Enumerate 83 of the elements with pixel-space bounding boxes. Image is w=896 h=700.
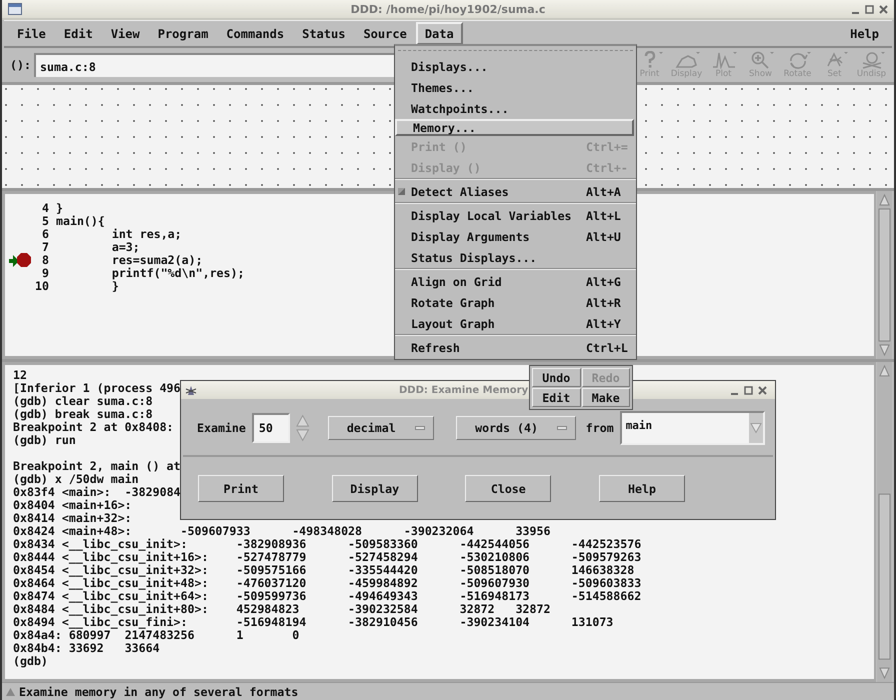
menu-item[interactable]: Commands bbox=[217, 22, 294, 45]
menu-item[interactable]: Program bbox=[148, 22, 218, 45]
size-dropdown[interactable]: words (4) bbox=[456, 416, 576, 440]
dialog-button[interactable]: Display bbox=[332, 475, 418, 502]
code-line: main(){ bbox=[56, 215, 105, 228]
code-line: res=suma2(a); bbox=[110, 254, 203, 267]
count-field[interactable]: 50 bbox=[252, 413, 290, 443]
menu-item[interactable]: Detect Aliases Alt+A bbox=[395, 181, 636, 202]
code-line: } bbox=[110, 280, 119, 293]
address-combobox[interactable]: main bbox=[620, 411, 765, 445]
menu-item[interactable]: Layout Graph Alt+Y bbox=[395, 313, 636, 334]
examine-label: Examine bbox=[197, 421, 246, 435]
line-number: 6 bbox=[41, 228, 49, 241]
code-line: printf("%d\n",res); bbox=[110, 267, 244, 280]
checkbox[interactable] bbox=[398, 188, 405, 195]
code-line: int res,a; bbox=[110, 228, 182, 241]
line-number: 5 bbox=[41, 215, 49, 228]
console-line: 0x8404 <main+16>: bbox=[13, 499, 132, 512]
console-line: 0x83f4 <main>: -3829084 bbox=[13, 486, 181, 499]
menu-item[interactable]: Themes... bbox=[395, 77, 636, 98]
status-text: Examine memory in any of several formats bbox=[19, 684, 298, 698]
maximize-icon[interactable] bbox=[744, 386, 753, 394]
menu-item[interactable]: Status Displays... bbox=[395, 247, 636, 268]
line-number: 8 bbox=[41, 254, 49, 267]
menu-item[interactable]: Source bbox=[354, 22, 416, 45]
line-number: 7 bbox=[41, 241, 49, 254]
code-line: a=3; bbox=[110, 241, 140, 254]
menu-item[interactable]: View bbox=[102, 22, 149, 45]
dialog-button[interactable]: Print bbox=[198, 475, 284, 502]
close-icon[interactable] bbox=[879, 4, 888, 14]
line-number: 9 bbox=[41, 267, 49, 280]
line-number: 4 bbox=[41, 202, 49, 215]
scrollbar[interactable] bbox=[877, 362, 892, 682]
console-line: (gdb) x /50dw main bbox=[13, 473, 139, 486]
menu-item[interactable]: Status bbox=[293, 22, 354, 45]
menu-item[interactable]: Memory... bbox=[395, 119, 634, 136]
dialog-title: DDD: Examine Memory bbox=[399, 384, 528, 396]
menu-item[interactable]: Display Arguments Alt+U bbox=[395, 226, 636, 247]
console-line: (gdb) bbox=[13, 655, 48, 668]
command-button[interactable]: Edit bbox=[532, 388, 580, 407]
window-icon bbox=[8, 3, 22, 15]
menu-item[interactable]: Help bbox=[841, 22, 888, 45]
console-line: 0x8464 <__libc_csu_init+48>: -476037120 -459984892 -509607930 -509603833 bbox=[13, 577, 642, 590]
console-line: 0x84a4: 680997 2147483256 1 0 bbox=[13, 629, 300, 642]
menu-item[interactable]: Align on Grid Alt+G bbox=[395, 271, 636, 292]
menu-item[interactable]: Refresh Ctrl+L bbox=[395, 337, 636, 358]
dialog-button[interactable]: Help bbox=[598, 475, 685, 502]
menu-item[interactable]: Data bbox=[416, 22, 463, 45]
command-button[interactable]: Undo bbox=[532, 368, 580, 387]
console-line: 0x8454 <__libc_csu_init+32>: -509575166 -335544420 -508518070 146638328 bbox=[13, 564, 634, 577]
line-number: 10 bbox=[34, 280, 49, 293]
menu-item[interactable]: Rotate Graph Alt+R bbox=[395, 292, 636, 313]
console-line: 0x8494 <__libc_csu_fini>: -516948194 -382910456 -390234104 131073 bbox=[13, 616, 614, 629]
format-dropdown[interactable]: decimal bbox=[328, 416, 434, 440]
maximize-icon[interactable] bbox=[865, 4, 874, 14]
from-label: from bbox=[586, 421, 614, 435]
menu-item[interactable]: File bbox=[8, 22, 55, 45]
scrollbar[interactable] bbox=[877, 191, 892, 359]
console-line: 0x8484 <__libc_csu_init+80>: 452984823 -390232584 32872 32872 bbox=[13, 603, 550, 616]
console-line: 0x8424 <main+48>: -509607933 -498348028 -390232064 33956 bbox=[13, 525, 550, 538]
console-line: (gdb) break suma.c:8 bbox=[13, 408, 153, 421]
code-line: } bbox=[56, 202, 63, 215]
console-line: Breakpoint 2, main () at bbox=[13, 458, 181, 473]
console-line: 0x84b4: 33692 33664 bbox=[13, 642, 160, 655]
dialog-button[interactable]: Close bbox=[465, 475, 552, 502]
console-line: (gdb) run bbox=[13, 434, 76, 447]
console-line: Breakpoint 2 at 0x8408: bbox=[13, 421, 174, 434]
console-line: (gdb) clear suma.c:8 bbox=[13, 395, 153, 408]
console-line: 0x8444 <__libc_csu_init+16>: -527478779 -527458294 -530210806 -509579263 bbox=[13, 551, 642, 564]
console-line: 12 bbox=[13, 369, 27, 382]
close-icon[interactable] bbox=[758, 386, 767, 394]
argument-label: (): bbox=[10, 58, 32, 72]
console-line: [Inferior 1 (process 496 bbox=[13, 382, 181, 395]
console-line: 0x8434 <__libc_csu_init>: -382908936 -509583360 -442544056 -442523576 bbox=[13, 538, 642, 551]
console-line: 0x8474 <__libc_csu_init+64>: -509599736 -494649343 -516948173 -514588662 bbox=[13, 590, 642, 603]
menu-item[interactable]: Edit bbox=[54, 22, 102, 45]
console-line: 0x8414 <main+32>: bbox=[13, 512, 132, 525]
plot-icon bbox=[710, 51, 736, 69]
triangle-icon bbox=[6, 688, 15, 696]
menu-item[interactable]: Watchpoints... bbox=[395, 98, 636, 119]
command-button[interactable]: Make bbox=[582, 388, 630, 407]
menu-item[interactable]: Display Local Variables Alt+L bbox=[395, 205, 636, 226]
window-title: DDD: /home/pi/hoy1902/suma.c bbox=[350, 2, 546, 16]
